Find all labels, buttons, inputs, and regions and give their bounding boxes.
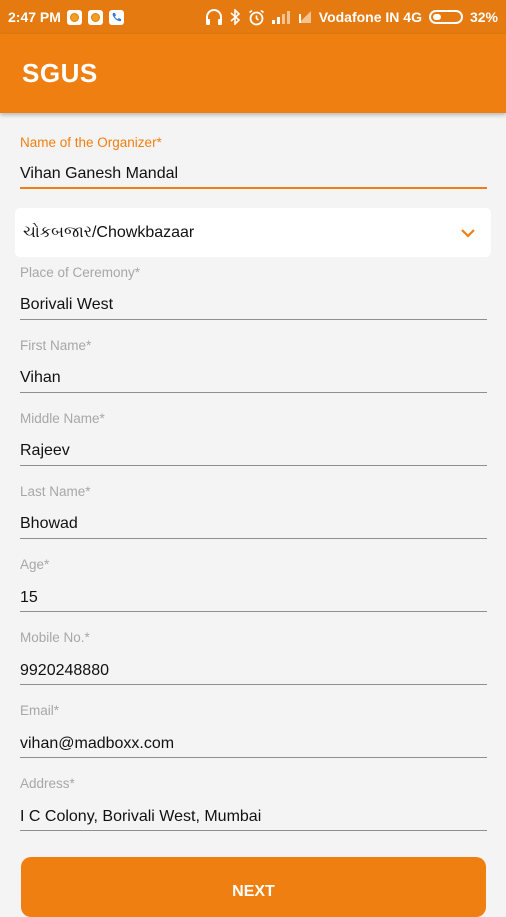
place-underline [20,319,487,320]
notification-app-icon [87,9,103,25]
last-name-field[interactable]: Last Name* Bhowad [20,484,487,540]
address-underline [20,830,487,831]
email-label: Email* [20,703,60,718]
sim-signal-icon [298,10,312,24]
headphones-icon [205,9,223,25]
middle-name-field[interactable]: Middle Name* Rajeev [20,411,487,467]
address-label: Address* [20,776,75,791]
last-name-label: Last Name* [20,484,91,499]
chevron-down-icon [461,225,475,243]
bluetooth-icon [230,9,241,25]
phone-call-icon [108,9,124,25]
age-field[interactable]: Age* 15 [20,557,487,613]
app-title: SGUS [22,58,98,88]
email-input[interactable]: vihan@madboxx.com [20,735,174,753]
area-selected-value: ચોકબજાર/Chowkbazaar [23,223,195,241]
battery-percent: 32% [469,9,498,25]
mobile-underline [20,684,487,685]
middle-name-underline [20,465,487,466]
last-name-underline [20,538,487,539]
first-name-underline [20,392,487,393]
signal-icon [271,10,291,24]
last-name-input[interactable]: Bhowad [20,515,78,533]
first-name-label: First Name* [20,338,92,353]
address-input[interactable]: I C Colony, Borivali West, Mumbai [20,808,261,826]
address-field[interactable]: Address* I C Colony, Borivali West, Mumb… [20,776,487,832]
mobile-input[interactable]: 9920248880 [20,662,109,680]
status-time: 2:47 PM [8,9,61,25]
battery-icon [428,10,463,24]
mobile-label: Mobile No.* [20,630,90,645]
next-button[interactable]: NEXT [21,857,486,917]
middle-name-input[interactable]: Rajeev [20,442,70,460]
app-bar: SGUS [0,34,506,113]
carrier-name: Vodafone IN 4G [318,9,422,25]
organizer-label: Name of the Organizer* [20,135,162,150]
age-underline [20,611,487,612]
place-label: Place of Ceremony* [20,265,141,280]
age-label: Age* [20,557,50,572]
organizer-input[interactable]: Vihan Ganesh Mandal [20,165,178,183]
place-input[interactable]: Borivali West [20,296,113,314]
area-dropdown[interactable]: ચોકબજાર/Chowkbazaar [15,208,491,257]
organizer-field[interactable]: Name of the Organizer* Vihan Ganesh Mand… [20,135,487,191]
alarm-icon [248,9,265,26]
middle-name-label: Middle Name* [20,411,105,426]
first-name-input[interactable]: Vihan [20,369,61,387]
status-bar: 2:47 PM Vodafone IN 4G 32% [0,0,506,34]
first-name-field[interactable]: First Name* Vihan [20,338,487,394]
notification-app-icon [66,9,82,25]
mobile-field[interactable]: Mobile No.* 9920248880 [20,630,487,686]
age-input[interactable]: 15 [20,589,38,607]
email-field[interactable]: Email* vihan@madboxx.com [20,703,487,759]
organizer-underline [20,187,487,189]
place-field[interactable]: Place of Ceremony* Borivali West [20,265,487,321]
email-underline [20,757,487,758]
